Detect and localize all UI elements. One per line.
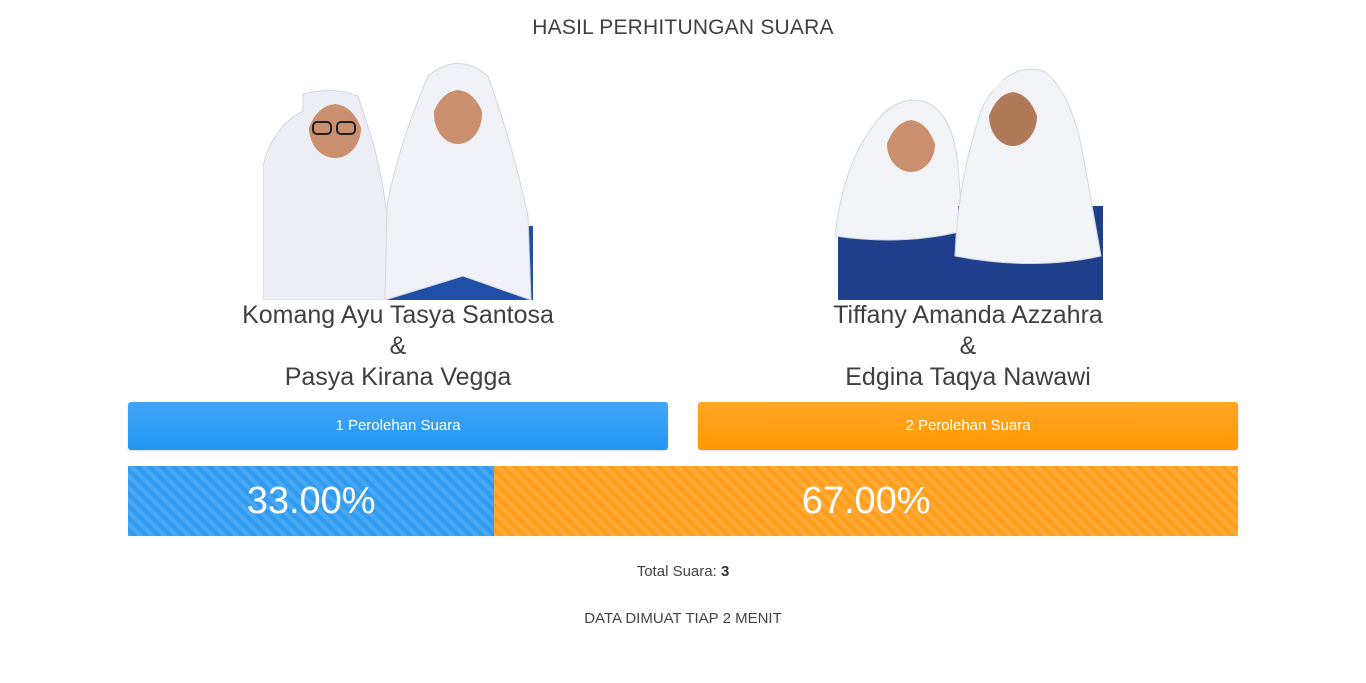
candidate-1-name-1: Komang Ayu Tasya Santosa xyxy=(242,301,554,329)
candidate-2-name-2: Edgina Taqya Nawawi xyxy=(845,363,1091,391)
candidate-card-1: Komang Ayu Tasya Santosa & Pasya Kirana … xyxy=(128,56,668,393)
candidate-photo-1 xyxy=(263,56,533,300)
candidate-1-votes-button[interactable]: 1 Perolehan Suara xyxy=(128,402,668,450)
total-votes: Total Suara: 3 xyxy=(0,563,1366,580)
total-votes-value: 3 xyxy=(720,563,730,580)
candidate-2-votes-button[interactable]: 2 Perolehan Suara xyxy=(698,402,1238,450)
candidate-card-2: Tiffany Amanda Azzahra & Edgina Taqya Na… xyxy=(698,56,1238,393)
candidate-1-separator: & xyxy=(389,332,407,360)
candidate-2-name-1: Tiffany Amanda Azzahra xyxy=(833,301,1103,329)
refresh-note: DATA DIMUAT TIAP 2 MENIT xyxy=(584,610,782,627)
vote-progress-bar: 33.00% 67.00% xyxy=(128,466,1238,536)
candidate-photo-2 xyxy=(833,56,1103,300)
candidate-1-name-2: Pasya Kirana Vegga xyxy=(284,363,512,391)
candidate-2-progress-segment: 67.00% xyxy=(494,466,1238,536)
total-votes-label: Total Suara: xyxy=(636,563,717,580)
candidate-2-separator: & xyxy=(959,332,977,360)
page-title: HASIL PERHITUNGAN SUARA xyxy=(532,16,834,39)
candidate-1-progress-segment: 33.00% xyxy=(128,466,495,536)
